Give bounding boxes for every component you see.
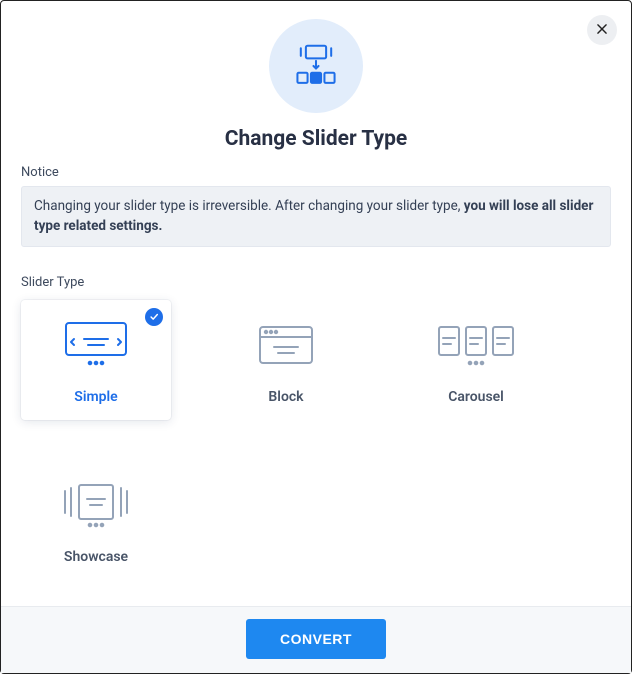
carousel-slider-icon bbox=[433, 315, 519, 375]
option-label: Carousel bbox=[448, 389, 504, 405]
close-button[interactable] bbox=[587, 15, 617, 45]
slider-type-grid: Simple Block bbox=[21, 300, 611, 580]
option-label: Block bbox=[268, 389, 303, 405]
option-label: Showcase bbox=[64, 549, 128, 565]
block-slider-icon bbox=[250, 315, 322, 375]
change-type-icon bbox=[269, 19, 363, 113]
slider-type-option-showcase[interactable]: Showcase bbox=[21, 460, 171, 580]
convert-button[interactable]: CONVERT bbox=[246, 619, 386, 659]
close-icon bbox=[595, 21, 609, 40]
dialog-title: Change Slider Type bbox=[225, 127, 408, 151]
slider-type-option-simple[interactable]: Simple bbox=[21, 300, 171, 420]
hero: Change Slider Type bbox=[21, 19, 611, 151]
showcase-slider-icon bbox=[57, 475, 135, 535]
slider-type-label: Slider Type bbox=[21, 275, 611, 290]
selected-check-icon bbox=[145, 308, 163, 326]
simple-slider-icon bbox=[60, 315, 132, 375]
dialog-content: Change Slider Type Notice Changing your … bbox=[1, 1, 631, 606]
option-label: Simple bbox=[74, 389, 117, 405]
dialog-footer: CONVERT bbox=[1, 606, 631, 673]
slider-type-option-carousel[interactable]: Carousel bbox=[401, 300, 551, 420]
notice-label: Notice bbox=[21, 165, 611, 180]
slider-type-option-block[interactable]: Block bbox=[211, 300, 361, 420]
notice-text: Changing your slider type is irreversibl… bbox=[34, 198, 464, 214]
notice-box: Changing your slider type is irreversibl… bbox=[21, 186, 611, 247]
